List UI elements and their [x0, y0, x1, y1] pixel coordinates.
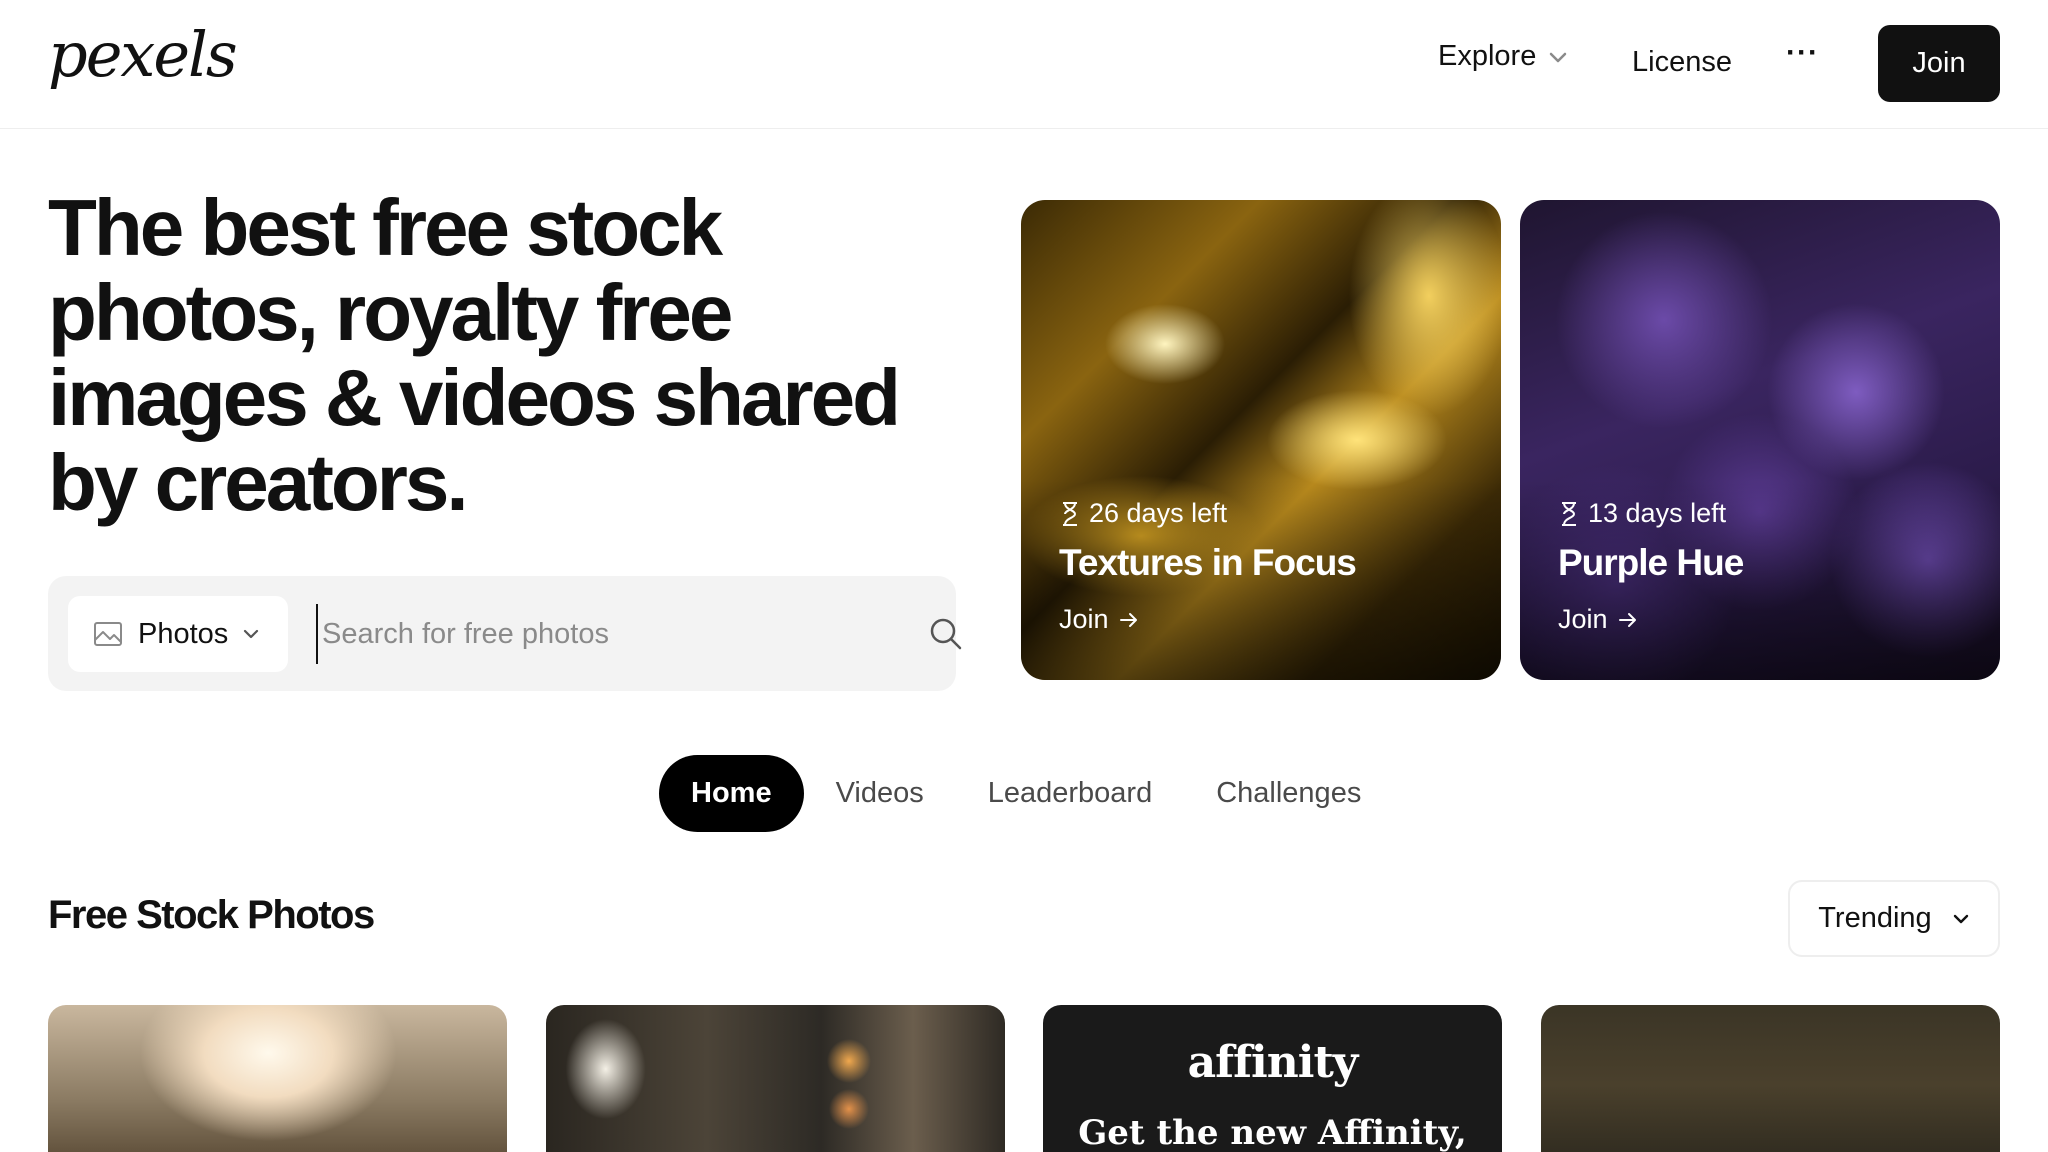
sort-dropdown[interactable]: Trending	[1788, 880, 2000, 957]
hero-title: The best free stock photos, royalty free…	[48, 183, 901, 527]
chevron-down-icon	[1550, 52, 1567, 62]
days-left: 26 days left	[1059, 498, 1227, 529]
pexels-logo[interactable]: pexels	[48, 18, 238, 91]
challenge-card[interactable]: 26 days left Textures in Focus Join	[1021, 200, 1501, 680]
tab-home[interactable]: Home	[659, 755, 804, 832]
search-input[interactable]	[316, 604, 876, 664]
top-header: pexels Explore License ··· Join	[0, 0, 2048, 129]
ad-tagline: Get the new Affinity,	[1078, 1113, 1467, 1152]
join-label: Join	[1059, 604, 1109, 634]
chevron-down-icon	[244, 629, 259, 639]
photo-thumbnail[interactable]	[48, 1005, 507, 1152]
challenge-join-link[interactable]: Join	[1059, 604, 1139, 635]
ad-card[interactable]: affinity Get the new Affinity,	[1043, 1005, 1502, 1152]
more-options-icon[interactable]: ···	[1786, 36, 1819, 70]
explore-menu[interactable]: Explore	[1438, 40, 1568, 73]
tab-leaderboard[interactable]: Leaderboard	[956, 755, 1184, 832]
days-left-label: 26 days left	[1089, 498, 1228, 528]
search-icon[interactable]	[928, 616, 964, 652]
tab-challenges[interactable]: Challenges	[1184, 755, 1393, 832]
explore-label: Explore	[1438, 40, 1537, 72]
days-left: 13 days left	[1558, 498, 1726, 529]
hourglass-icon	[1562, 501, 1576, 526]
days-left-label: 13 days left	[1588, 498, 1727, 528]
arrow-right-icon	[1119, 612, 1137, 627]
search-bar: Photos	[48, 576, 962, 691]
chevron-down-icon	[1953, 914, 1968, 923]
license-link[interactable]: License	[1632, 46, 1732, 79]
photo-thumbnail[interactable]	[546, 1005, 1005, 1152]
join-button[interactable]: Join	[1878, 25, 2000, 102]
search-type-dropdown[interactable]: Photos	[68, 596, 288, 672]
challenge-title: Purple Hue	[1558, 542, 1744, 583]
challenge-join-link[interactable]: Join	[1558, 604, 1638, 635]
hourglass-icon	[1063, 501, 1077, 526]
main-tabs: Home Videos Leaderboard Challenges	[659, 755, 1393, 832]
section-title: Free Stock Photos	[48, 893, 375, 937]
ad-brand: affinity	[1187, 1037, 1359, 1088]
challenge-title: Textures in Focus	[1059, 542, 1357, 583]
tab-videos[interactable]: Videos	[804, 755, 956, 832]
sort-label: Trending	[1818, 902, 1932, 934]
join-label: Join	[1558, 604, 1608, 634]
search-type-label: Photos	[138, 617, 229, 650]
challenge-card[interactable]: 13 days left Purple Hue Join	[1520, 200, 2000, 680]
image-icon	[94, 622, 122, 646]
photo-thumbnail[interactable]	[1541, 1005, 2000, 1152]
arrow-right-icon	[1618, 612, 1636, 627]
